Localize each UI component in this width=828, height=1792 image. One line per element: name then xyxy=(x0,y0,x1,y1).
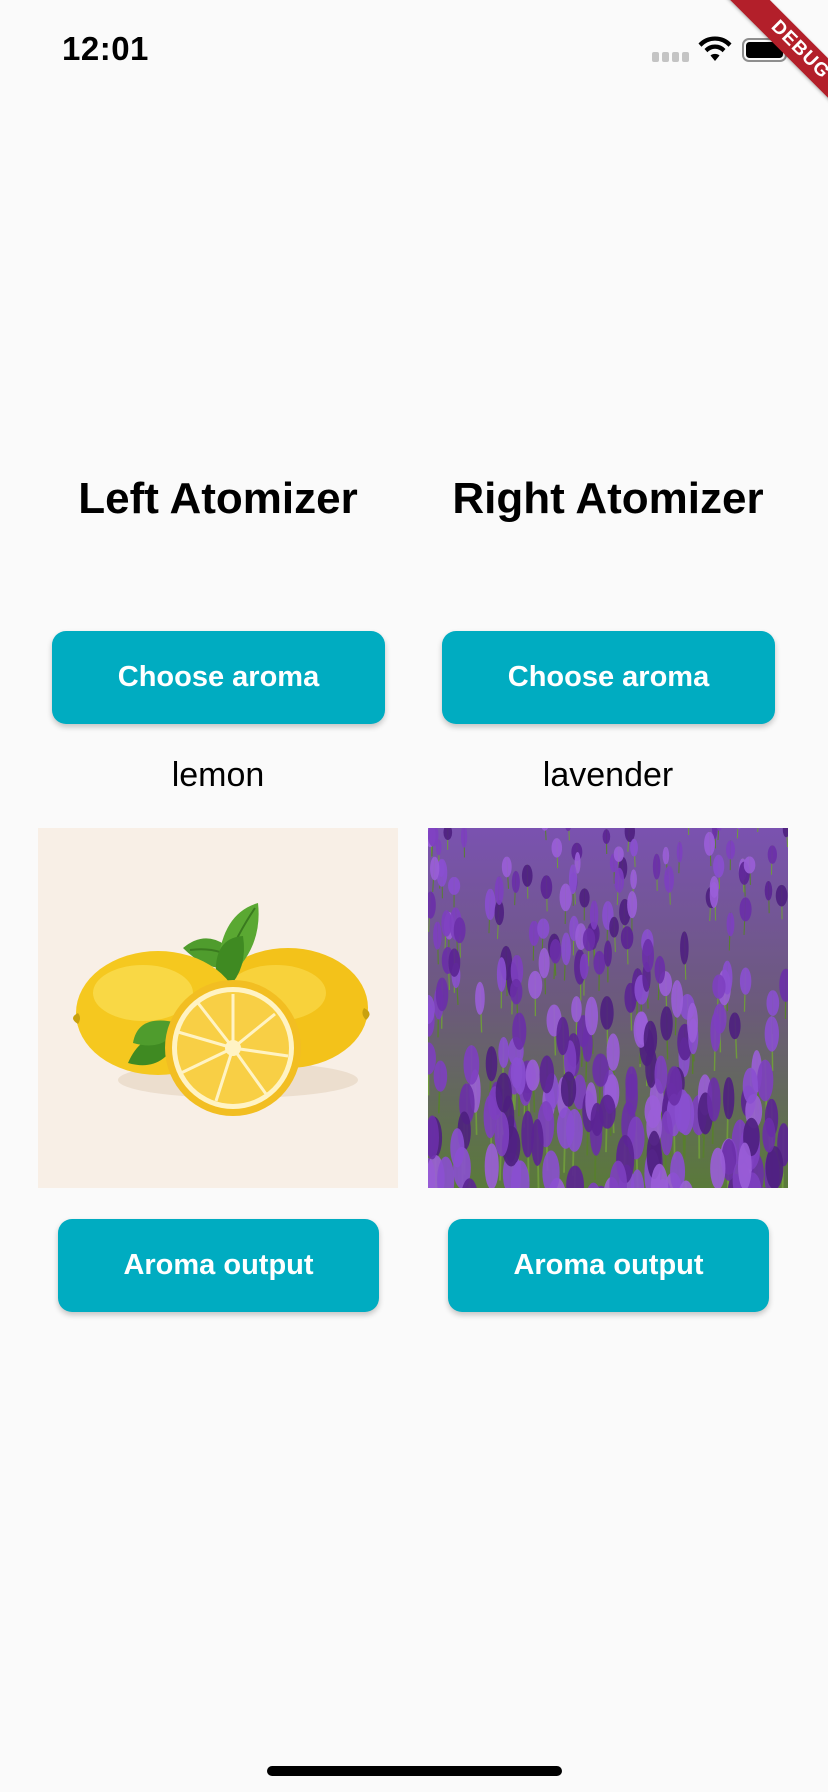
left-atomizer-title: Left Atomizer xyxy=(78,474,358,523)
left-choose-aroma-button[interactable]: Choose aroma xyxy=(52,631,385,724)
left-atomizer-panel: Left Atomizer Choose aroma lemon Aroma o… xyxy=(38,0,398,1792)
right-atomizer-title: Right Atomizer xyxy=(452,474,764,523)
right-atomizer-panel: Right Atomizer Choose aroma lavender Aro… xyxy=(428,0,788,1792)
lemon-image xyxy=(38,828,398,1188)
left-aroma-output-button[interactable]: Aroma output xyxy=(58,1219,379,1312)
right-choose-aroma-button[interactable]: Choose aroma xyxy=(442,631,775,724)
left-aroma-name: lemon xyxy=(171,756,265,794)
lavender-image xyxy=(428,828,788,1188)
home-indicator xyxy=(267,1766,562,1776)
right-aroma-name: lavender xyxy=(542,756,674,794)
right-aroma-output-button[interactable]: Aroma output xyxy=(448,1219,769,1312)
